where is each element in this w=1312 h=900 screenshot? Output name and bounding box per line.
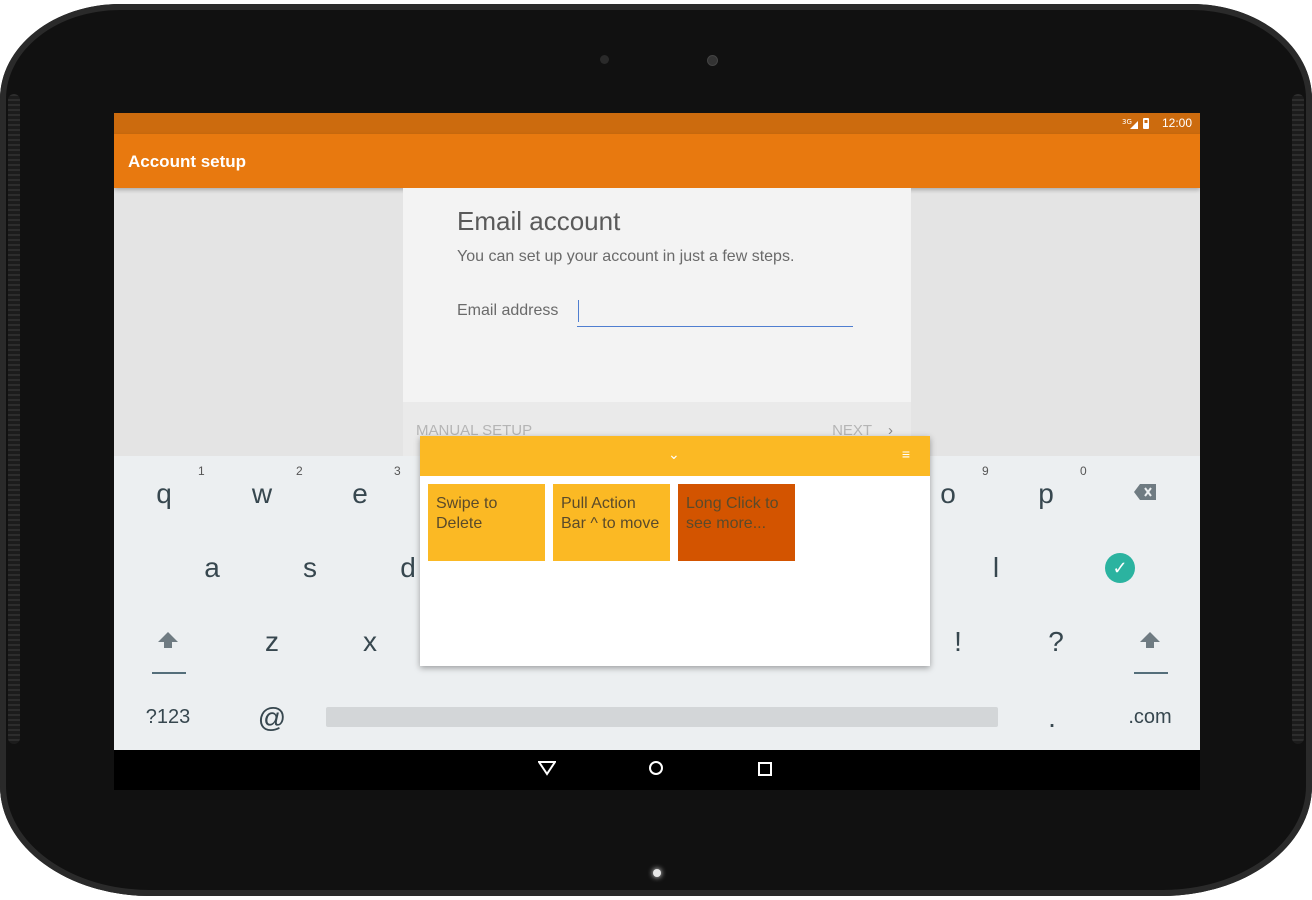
email-field[interactable] — [577, 296, 853, 327]
key-hint-1: 1 — [198, 464, 205, 478]
text-cursor — [578, 300, 579, 322]
shift-underline — [1134, 672, 1168, 674]
key-hint-3: 3 — [394, 464, 401, 478]
chevron-down-icon[interactable]: ⌄ — [668, 446, 680, 463]
note-card[interactable]: Swipe to Delete — [428, 484, 545, 561]
note-card[interactable]: Long Click to see more... — [678, 484, 795, 561]
svg-text:3G: 3G — [1122, 118, 1132, 126]
camera-icon — [707, 55, 718, 66]
key-hint-0: 0 — [1080, 464, 1087, 478]
signal-icon: 3G — [1122, 116, 1152, 133]
notification-led — [653, 869, 661, 877]
period-key[interactable]: . — [1004, 702, 1100, 734]
symbols-key[interactable]: ?123 — [120, 706, 216, 729]
key-q[interactable]: q — [116, 478, 212, 510]
back-icon[interactable] — [537, 760, 557, 781]
note-text: Swipe to Delete — [436, 495, 498, 532]
note-card[interactable]: Pull Action Bar ^ to move — [553, 484, 670, 561]
key-question[interactable]: ? — [1008, 626, 1104, 658]
key-hint-2: 2 — [296, 464, 303, 478]
floating-notes-window[interactable]: ⌄ ≡ Swipe to Delete Pull Action Bar ^ to … — [420, 436, 930, 666]
key-p[interactable]: p — [998, 478, 1094, 510]
app-bar: Account setup — [114, 134, 1200, 188]
sensor-icon — [600, 55, 609, 64]
key-e[interactable]: e — [312, 478, 408, 510]
at-key[interactable]: @ — [224, 702, 320, 734]
shift-right-key[interactable] — [1140, 632, 1160, 655]
key-hint-9: 9 — [982, 464, 989, 478]
card-title: Email account — [457, 206, 621, 236]
key-w[interactable]: w — [214, 478, 310, 510]
overlay-action-bar[interactable]: ⌄ ≡ — [420, 436, 930, 476]
speaker-grille-left — [8, 94, 20, 744]
status-bar: 3G 12:00 — [114, 113, 1200, 134]
navigation-bar — [114, 750, 1200, 790]
shift-left-key[interactable] — [158, 632, 178, 655]
note-text: Long Click to see more... — [686, 495, 779, 532]
recents-icon[interactable] — [758, 760, 772, 781]
speaker-grille-right — [1292, 94, 1304, 744]
spacebar[interactable] — [326, 707, 998, 727]
key-a[interactable]: a — [164, 552, 260, 584]
app-title: Account setup — [128, 152, 247, 171]
key-x[interactable]: x — [322, 626, 418, 658]
check-icon: ✓ — [1112, 558, 1128, 578]
shift-icon — [158, 632, 178, 648]
enter-check-button[interactable]: ✓ — [1105, 553, 1135, 583]
shift-icon — [1140, 632, 1160, 648]
key-l[interactable]: l — [948, 552, 1044, 584]
card-subtitle: You can set up your account in just a fe… — [457, 248, 795, 265]
status-time: 12:00 — [1161, 116, 1192, 130]
note-text: Pull Action Bar ^ to move — [561, 495, 660, 532]
key-s[interactable]: s — [262, 552, 358, 584]
shift-underline — [152, 672, 186, 674]
device-screen: 3G 12:00 Account setup Email account You… — [114, 113, 1200, 790]
home-icon[interactable] — [648, 760, 664, 781]
email-label: Email address — [457, 302, 559, 319]
menu-icon[interactable]: ≡ — [902, 446, 910, 462]
dot-com-key[interactable]: .com — [1102, 706, 1198, 729]
backspace-icon[interactable] — [1134, 484, 1156, 505]
key-z[interactable]: z — [224, 626, 320, 658]
